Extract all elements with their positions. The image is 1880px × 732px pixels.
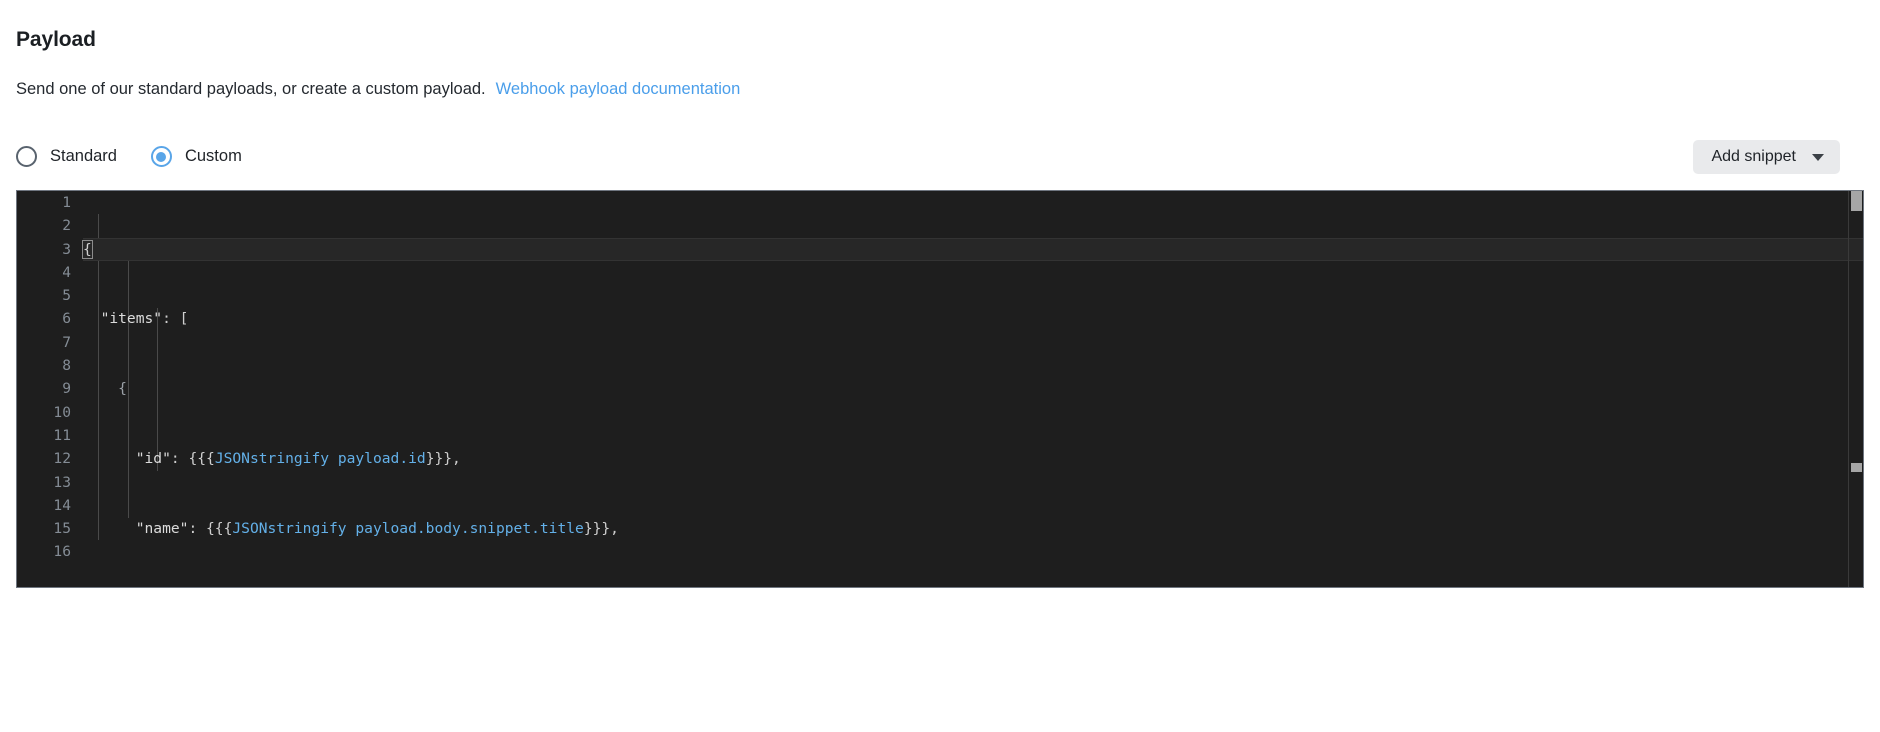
code-line[interactable]: "data": {: [83, 587, 1863, 588]
code-token: "name": [83, 520, 189, 538]
line-number: 1: [62, 194, 71, 211]
payload-mode-radio-group: Standard Custom: [16, 146, 242, 167]
add-snippet-button[interactable]: Add snippet: [1693, 140, 1840, 174]
line-number: 15: [53, 520, 71, 538]
code-token: }}},: [425, 450, 461, 468]
code-line[interactable]: {: [82, 237, 1863, 261]
line-number: 3: [62, 240, 71, 258]
line-number: 14: [53, 496, 71, 514]
payload-section: Payload Send one of our standard payload…: [0, 0, 1880, 732]
radio-label-custom: Custom: [184, 147, 242, 166]
code-line[interactable]: "items": [: [83, 307, 1863, 330]
line-number: 5: [62, 287, 71, 305]
editor-scrollbar-thumb[interactable]: [1851, 191, 1862, 211]
code-token-brace-open-match: {: [82, 239, 93, 259]
editor-vertical-scrollbar[interactable]: [1849, 191, 1863, 587]
code-token: }}},: [583, 520, 619, 538]
code-token-expression: JSONstringify payload.id: [214, 450, 426, 468]
radio-option-standard[interactable]: Standard: [16, 146, 117, 167]
line-number: 9: [62, 380, 71, 398]
line-number: 4: [62, 263, 71, 281]
radio-option-custom[interactable]: Custom: [150, 146, 242, 167]
description-text: Send one of our standard payloads, or cr…: [16, 80, 486, 98]
chevron-down-icon: [1812, 153, 1824, 161]
editor-line-number-gutter: 1 2 3 4 5 6 7 8 9 10 11 12 13 14 15 16: [17, 191, 83, 587]
code-line[interactable]: "id": {{{JSONstringify payload.id}}},: [83, 447, 1863, 470]
line-number: 16: [53, 543, 71, 561]
line-number: 11: [53, 426, 71, 444]
radio-icon-custom-selected[interactable]: [150, 146, 172, 167]
page-title: Payload: [16, 28, 96, 51]
code-token: {: [83, 380, 127, 398]
editor-code-area[interactable]: { "items": [ { "id": {{{JSONstringify pa…: [82, 191, 1863, 588]
code-line[interactable]: {: [83, 377, 1863, 400]
editor-overview-marker[interactable]: [1851, 463, 1862, 472]
line-number: 7: [62, 333, 71, 351]
payload-code-editor[interactable]: 1 2 3 4 5 6 7 8 9 10 11 12 13 14 15 16 {…: [16, 190, 1864, 588]
code-token: : [: [162, 310, 189, 328]
section-description: Send one of our standard payloads, or cr…: [16, 80, 740, 99]
code-token: : {{{: [170, 450, 215, 468]
webhook-payload-documentation-link[interactable]: Webhook payload documentation: [496, 80, 741, 98]
radio-icon-standard[interactable]: [16, 146, 37, 167]
radio-label-standard: Standard: [50, 147, 117, 166]
line-number: 6: [62, 310, 71, 328]
code-token: "items": [83, 310, 163, 328]
line-number: 8: [62, 357, 71, 375]
code-line[interactable]: "name": {{{JSONstringify payload.body.sn…: [83, 517, 1863, 540]
line-number: 13: [53, 473, 71, 491]
code-token-expression: JSONstringify payload.body.snippet.title: [232, 520, 584, 538]
add-snippet-label: Add snippet: [1711, 148, 1796, 165]
code-token: : {{{: [188, 520, 233, 538]
line-number: 2: [62, 217, 71, 235]
line-number: 12: [53, 450, 71, 468]
code-token: "id": [83, 450, 171, 468]
line-number: 10: [53, 403, 71, 421]
